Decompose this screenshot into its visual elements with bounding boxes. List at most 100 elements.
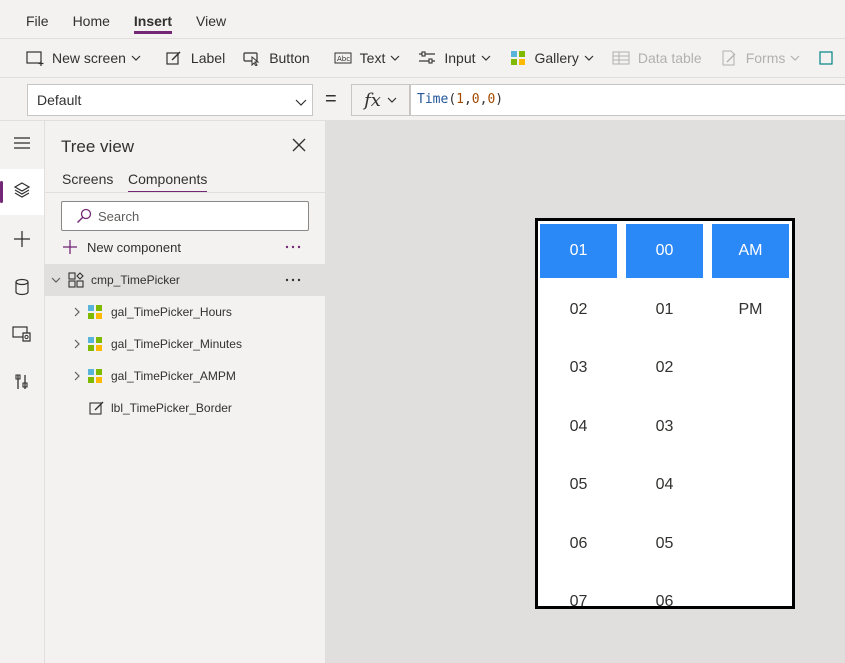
menu-home[interactable]: Home — [73, 0, 110, 34]
forms-label: Forms — [745, 50, 786, 66]
more-controls-button[interactable] — [809, 39, 845, 77]
more-options-icon[interactable] — [283, 242, 303, 252]
hamburger-menu-button[interactable] — [0, 122, 44, 168]
tab-components[interactable]: Components — [128, 171, 208, 193]
data-table-icon — [612, 49, 630, 67]
formula-bar: Default = fx Time(1,0,0) — [0, 78, 845, 121]
button-button[interactable]: Button — [234, 39, 318, 77]
menu-view[interactable]: View — [196, 0, 226, 34]
hamburger-icon — [13, 136, 31, 155]
forms-button[interactable]: Forms — [711, 39, 810, 77]
text-button[interactable]: Abc Text — [325, 39, 410, 77]
chevron-down-icon — [584, 53, 594, 63]
database-icon — [14, 278, 30, 301]
label-icon — [89, 400, 105, 416]
property-dropdown[interactable]: Default — [27, 84, 313, 116]
chevron-right-icon[interactable] — [72, 371, 82, 381]
new-screen-icon — [26, 49, 44, 67]
data-button[interactable] — [0, 266, 44, 312]
fx-button[interactable]: fx — [351, 84, 410, 116]
component-icon — [68, 272, 84, 288]
formula-comma: , — [463, 92, 472, 107]
formula-input[interactable]: Time(1,0,0) — [410, 84, 845, 116]
gallery-button[interactable]: Gallery — [500, 39, 603, 77]
new-screen-button[interactable]: New screen — [0, 39, 150, 77]
tree-node-gal-hours[interactable]: gal_TimePicker_Hours — [45, 296, 325, 328]
chevron-right-icon[interactable] — [72, 307, 82, 317]
media-button[interactable] — [0, 313, 44, 359]
minute-item[interactable]: 03 — [626, 400, 703, 454]
formula-function: Time — [417, 92, 449, 107]
search-box[interactable]: Search — [61, 201, 309, 231]
tree-node-gal-ampm[interactable]: gal_TimePicker_AMPM — [45, 360, 325, 392]
data-table-button[interactable]: Data table — [603, 39, 711, 77]
formula-paren-open: ( — [448, 92, 457, 107]
label-button[interactable]: Label — [156, 39, 234, 77]
chevron-down-icon — [295, 95, 307, 107]
minute-item[interactable]: 01 — [626, 283, 703, 337]
equals-sign: = — [325, 88, 337, 110]
formula-arg-hour: 1 — [456, 92, 464, 107]
label-label: Label — [190, 50, 226, 66]
input-sliders-icon — [418, 49, 436, 67]
tree-node-label: gal_TimePicker_Hours — [111, 305, 232, 319]
time-picker-component[interactable]: 01 02 03 04 05 06 07 00 01 02 03 04 05 0… — [535, 218, 795, 609]
minute-item[interactable]: 05 — [626, 517, 703, 571]
tree-node-label: lbl_TimePicker_Border — [111, 401, 232, 415]
gallery-icon — [87, 368, 103, 384]
tree-node-gal-minutes[interactable]: gal_TimePicker_Minutes — [45, 328, 325, 360]
chevron-down-icon — [387, 95, 397, 105]
plus-icon — [61, 238, 79, 256]
minute-item[interactable]: 04 — [626, 458, 703, 512]
search-icon — [76, 208, 92, 224]
text-icon: Abc — [334, 49, 352, 67]
ampm-item[interactable]: PM — [712, 283, 789, 337]
close-icon[interactable] — [292, 138, 306, 152]
left-rail — [0, 121, 45, 663]
chevron-down-icon — [481, 53, 491, 63]
hour-item[interactable]: 06 — [540, 517, 617, 571]
chevron-down-icon[interactable] — [51, 275, 61, 285]
insert-ribbon: New screen Label Button Abc Text Input G… — [0, 38, 845, 78]
text-label: Text — [359, 50, 386, 66]
partial-control-icon — [818, 49, 836, 67]
search-placeholder: Search — [98, 208, 140, 224]
label-icon — [165, 49, 183, 67]
new-component-button[interactable]: New component — [61, 235, 181, 259]
hour-item[interactable]: 01 — [540, 224, 617, 278]
forms-icon — [720, 49, 738, 67]
new-screen-label: New screen — [52, 50, 126, 66]
chevron-down-icon — [131, 53, 141, 63]
minute-item[interactable]: 02 — [626, 341, 703, 395]
more-options-icon[interactable] — [283, 275, 303, 285]
gallery-icon — [87, 304, 103, 320]
tab-screens[interactable]: Screens — [62, 171, 113, 191]
hour-item[interactable]: 04 — [540, 400, 617, 454]
minute-item[interactable]: 00 — [626, 224, 703, 278]
design-canvas[interactable]: 01 02 03 04 05 06 07 00 01 02 03 04 05 0… — [326, 121, 845, 663]
tree-view-button[interactable] — [0, 169, 44, 215]
hour-item[interactable]: 07 — [540, 575, 617, 606]
tree-node-lbl-border[interactable]: lbl_TimePicker_Border — [45, 392, 325, 424]
tree-node-label: cmp_TimePicker — [91, 273, 180, 287]
hour-item[interactable]: 05 — [540, 458, 617, 512]
menu-insert[interactable]: Insert — [133, 0, 173, 34]
button-label: Button — [269, 50, 310, 66]
tree-view-title: Tree view — [61, 137, 135, 156]
gallery-icon — [87, 336, 103, 352]
tree-node-cmp-timepicker[interactable]: cmp_TimePicker — [45, 264, 325, 296]
chevron-right-icon[interactable] — [72, 339, 82, 349]
svg-text:Abc: Abc — [337, 55, 350, 63]
tree-node-label: gal_TimePicker_AMPM — [111, 369, 236, 383]
chevron-down-icon — [390, 53, 400, 63]
menu-file[interactable]: File — [26, 0, 49, 34]
insert-button[interactable] — [0, 218, 44, 264]
gallery-label: Gallery — [534, 50, 579, 66]
input-button[interactable]: Input — [409, 39, 499, 77]
hour-item[interactable]: 02 — [540, 283, 617, 337]
formula-arg-minute: 0 — [471, 92, 480, 107]
ampm-item[interactable]: AM — [712, 224, 789, 278]
minute-item[interactable]: 06 — [626, 575, 703, 606]
hour-item[interactable]: 03 — [540, 341, 617, 395]
advanced-tools-button[interactable] — [0, 361, 44, 407]
